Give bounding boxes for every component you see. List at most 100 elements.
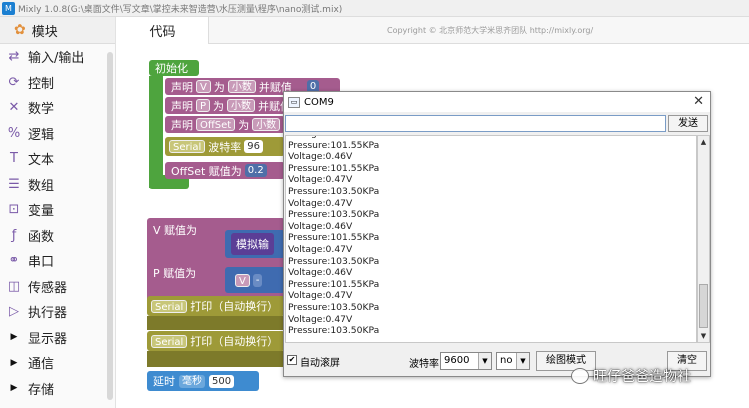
tab-code[interactable]: 代码 bbox=[117, 17, 209, 44]
serial-output-line: Voltage:0.47V bbox=[288, 243, 353, 255]
scroll-thumb[interactable] bbox=[699, 284, 708, 328]
setup-block-body bbox=[149, 76, 163, 188]
sidebar-item[interactable]: ▶ 通信 bbox=[0, 350, 115, 376]
serial-output-line: Voltage:0.47V bbox=[288, 313, 353, 325]
sidebar-item[interactable]: ☰ 数组 bbox=[0, 172, 115, 198]
offset-assign-block[interactable]: OffSet 赋值为 0.2 bbox=[165, 162, 285, 179]
sidebar-item-label: 数组 bbox=[28, 178, 55, 194]
mixly-app-icon: M bbox=[2, 1, 15, 15]
sidebar-item-label: 串口 bbox=[28, 255, 55, 271]
scroll-up-icon[interactable]: ▲ bbox=[698, 136, 709, 148]
delay-block[interactable]: 延时 毫秒 500 bbox=[147, 371, 259, 391]
send-input[interactable] bbox=[285, 115, 666, 132]
serial-output-line: Voltage:0.47V bbox=[288, 197, 353, 209]
as-label: 为 bbox=[213, 80, 225, 94]
serial-println-block[interactable]: Serial 打印（自动换行） bbox=[147, 296, 285, 316]
serial-output-line: Pressure:103.50KPa bbox=[288, 325, 380, 337]
blocks-sidebar: ✿ 模块 ⇄ 输入/输出 ⟳ 控制 ✕ 数学% 逻辑 T 文本 ☰ 数组 ⊡ 变量 ƒ 函数 ⚭ 串口 ◫ 传感器 ▷… bbox=[0, 17, 116, 408]
analog-read-block[interactable]: 模拟输 bbox=[225, 230, 285, 258]
watermark: 旺仔爸爸造物社 bbox=[571, 366, 691, 386]
serial-output-line: Voltage:0.47V bbox=[288, 290, 353, 302]
sidebar-item[interactable]: ✕ 数学 bbox=[0, 95, 115, 121]
serial-println-arg-2 bbox=[147, 351, 285, 367]
line-ending-select[interactable]: no ▼ bbox=[496, 352, 530, 370]
serial-output-line: Voltage:0.46V bbox=[288, 220, 353, 232]
send-button[interactable]: 发送 bbox=[668, 115, 708, 132]
serial-dropdown[interactable]: Serial bbox=[169, 140, 206, 153]
sidebar-item-label: 控制 bbox=[28, 76, 55, 92]
var-p-field[interactable]: P bbox=[196, 99, 211, 112]
setup-block[interactable]: 初始化 bbox=[149, 60, 199, 76]
serial-output-line: Pressure:103.50KPa bbox=[288, 209, 380, 221]
copyright-text: Copyright © 北京师范大学米思齐团队 http://mixly.org… bbox=[387, 26, 594, 35]
var-v-field[interactable]: V bbox=[235, 273, 250, 287]
offset-value-field[interactable]: 0.2 bbox=[244, 164, 267, 177]
logic-icon: % bbox=[7, 125, 21, 141]
sidebar-item-label: 函数 bbox=[28, 229, 55, 245]
sidebar-item[interactable]: T 文本 bbox=[0, 146, 115, 172]
sidebar-item-label: 通信 bbox=[28, 357, 55, 373]
output-scrollbar[interactable]: ▲ ▼ bbox=[697, 135, 710, 343]
serial-output-line: Voltage:0.46V bbox=[288, 267, 353, 279]
declare-label: 声明 bbox=[171, 118, 193, 132]
declare-offset-block[interactable]: 声明 OffSet 为 小数 bbox=[165, 116, 285, 133]
sidebar-item-label: 显示器 bbox=[28, 331, 68, 347]
baud-rate-select[interactable]: 9600 ▼ bbox=[440, 352, 492, 370]
puzzle-icon: ✿ bbox=[14, 22, 26, 38]
type-dropdown[interactable]: 小数 bbox=[227, 80, 256, 93]
var-v-field[interactable]: V bbox=[196, 80, 211, 93]
type-dropdown[interactable]: 小数 bbox=[252, 118, 281, 131]
serial-output-line: Pressure:103.50KPa bbox=[288, 255, 380, 267]
sidebar-item[interactable]: ▷ 执行器 bbox=[0, 299, 115, 325]
sidebar-item[interactable]: % 逻辑 bbox=[0, 121, 115, 147]
watermark-text: 旺仔爸爸造物社 bbox=[593, 369, 691, 385]
var-offset-field[interactable]: OffSet bbox=[196, 118, 236, 131]
serial-output-line: Pressure:103.50KPa bbox=[288, 185, 380, 197]
setup-label: 初始化 bbox=[155, 62, 188, 75]
println-label: 打印（自动换行） bbox=[190, 335, 279, 348]
serial-dropdown[interactable]: Serial bbox=[151, 299, 188, 313]
chevron-down-icon: ▼ bbox=[516, 353, 529, 369]
serial-output[interactable]: Voltage:0.46VPressure:101.55KPaVoltage:0… bbox=[285, 135, 697, 343]
ms-dropdown[interactable]: 毫秒 bbox=[179, 374, 205, 388]
sidebar-item-label: 变量 bbox=[28, 204, 55, 220]
sidebar-item[interactable]: ◫ 传感器 bbox=[0, 274, 115, 300]
as-label: 为 bbox=[213, 99, 225, 113]
sidebar-item[interactable]: ⇄ 输入/输出 bbox=[0, 44, 115, 70]
category-list: ⇄ 输入/输出 ⟳ 控制 ✕ 数学% 逻辑 T 文本 ☰ 数组 ⊡ 变量 ƒ 函数 ⚭ 串口 ◫ 传感器 ▷ 执行器 ▶ 显… bbox=[0, 44, 115, 401]
delay-value-field[interactable]: 500 bbox=[209, 374, 235, 388]
sidebar-title: 模块 bbox=[31, 24, 58, 40]
control-icon: ⟳ bbox=[8, 74, 20, 90]
math-icon: ✕ bbox=[8, 100, 20, 116]
sidebar-item[interactable]: ⟳ 控制 bbox=[0, 70, 115, 96]
serial-println-block-2[interactable]: Serial 打印（自动换行） bbox=[147, 331, 285, 351]
expand-triangle-icon: ▶ bbox=[10, 383, 18, 394]
minus-operator[interactable]: - bbox=[252, 273, 263, 287]
baud-value-field[interactable]: 96 bbox=[244, 140, 264, 153]
println-label: 打印（自动换行） bbox=[190, 300, 279, 313]
sidebar-item-label: 传感器 bbox=[28, 280, 68, 296]
math-minus-block[interactable]: V - bbox=[225, 267, 285, 293]
chevron-down-icon: ▼ bbox=[478, 353, 491, 369]
serial-output-line: Voltage:0.46V bbox=[288, 151, 353, 163]
sidebar-item[interactable]: ⊡ 变量 bbox=[0, 197, 115, 223]
analog-read-inner: 模拟输 bbox=[231, 233, 274, 255]
sidebar-scrollbar[interactable] bbox=[107, 52, 113, 400]
scroll-down-icon[interactable]: ▼ bbox=[698, 330, 709, 342]
sidebar-item[interactable]: ⚭ 串口 bbox=[0, 248, 115, 274]
text-icon: T bbox=[10, 151, 18, 167]
declare-p-block[interactable]: 声明 P 为 小数 并赋值 bbox=[165, 97, 291, 114]
type-dropdown[interactable]: 小数 bbox=[227, 99, 256, 112]
sidebar-item[interactable]: ▶ 显示器 bbox=[0, 325, 115, 351]
serial-begin-block[interactable]: Serial 波特率 96 bbox=[165, 137, 285, 156]
autoscroll-checkbox[interactable]: ✔ bbox=[287, 355, 297, 365]
as-label: 为 bbox=[238, 118, 250, 132]
close-icon[interactable]: ✕ bbox=[693, 94, 704, 109]
sidebar-item[interactable]: ▶ 存储 bbox=[0, 376, 115, 402]
expand-triangle-icon: ▶ bbox=[10, 357, 18, 368]
serial-println-arg bbox=[147, 316, 285, 330]
serial-dropdown[interactable]: Serial bbox=[151, 334, 188, 348]
serial-output-line: Pressure:101.55KPa bbox=[288, 162, 380, 174]
serial-output-line: Pressure:101.55KPa bbox=[288, 278, 380, 290]
sidebar-item[interactable]: ƒ 函数 bbox=[0, 223, 115, 249]
